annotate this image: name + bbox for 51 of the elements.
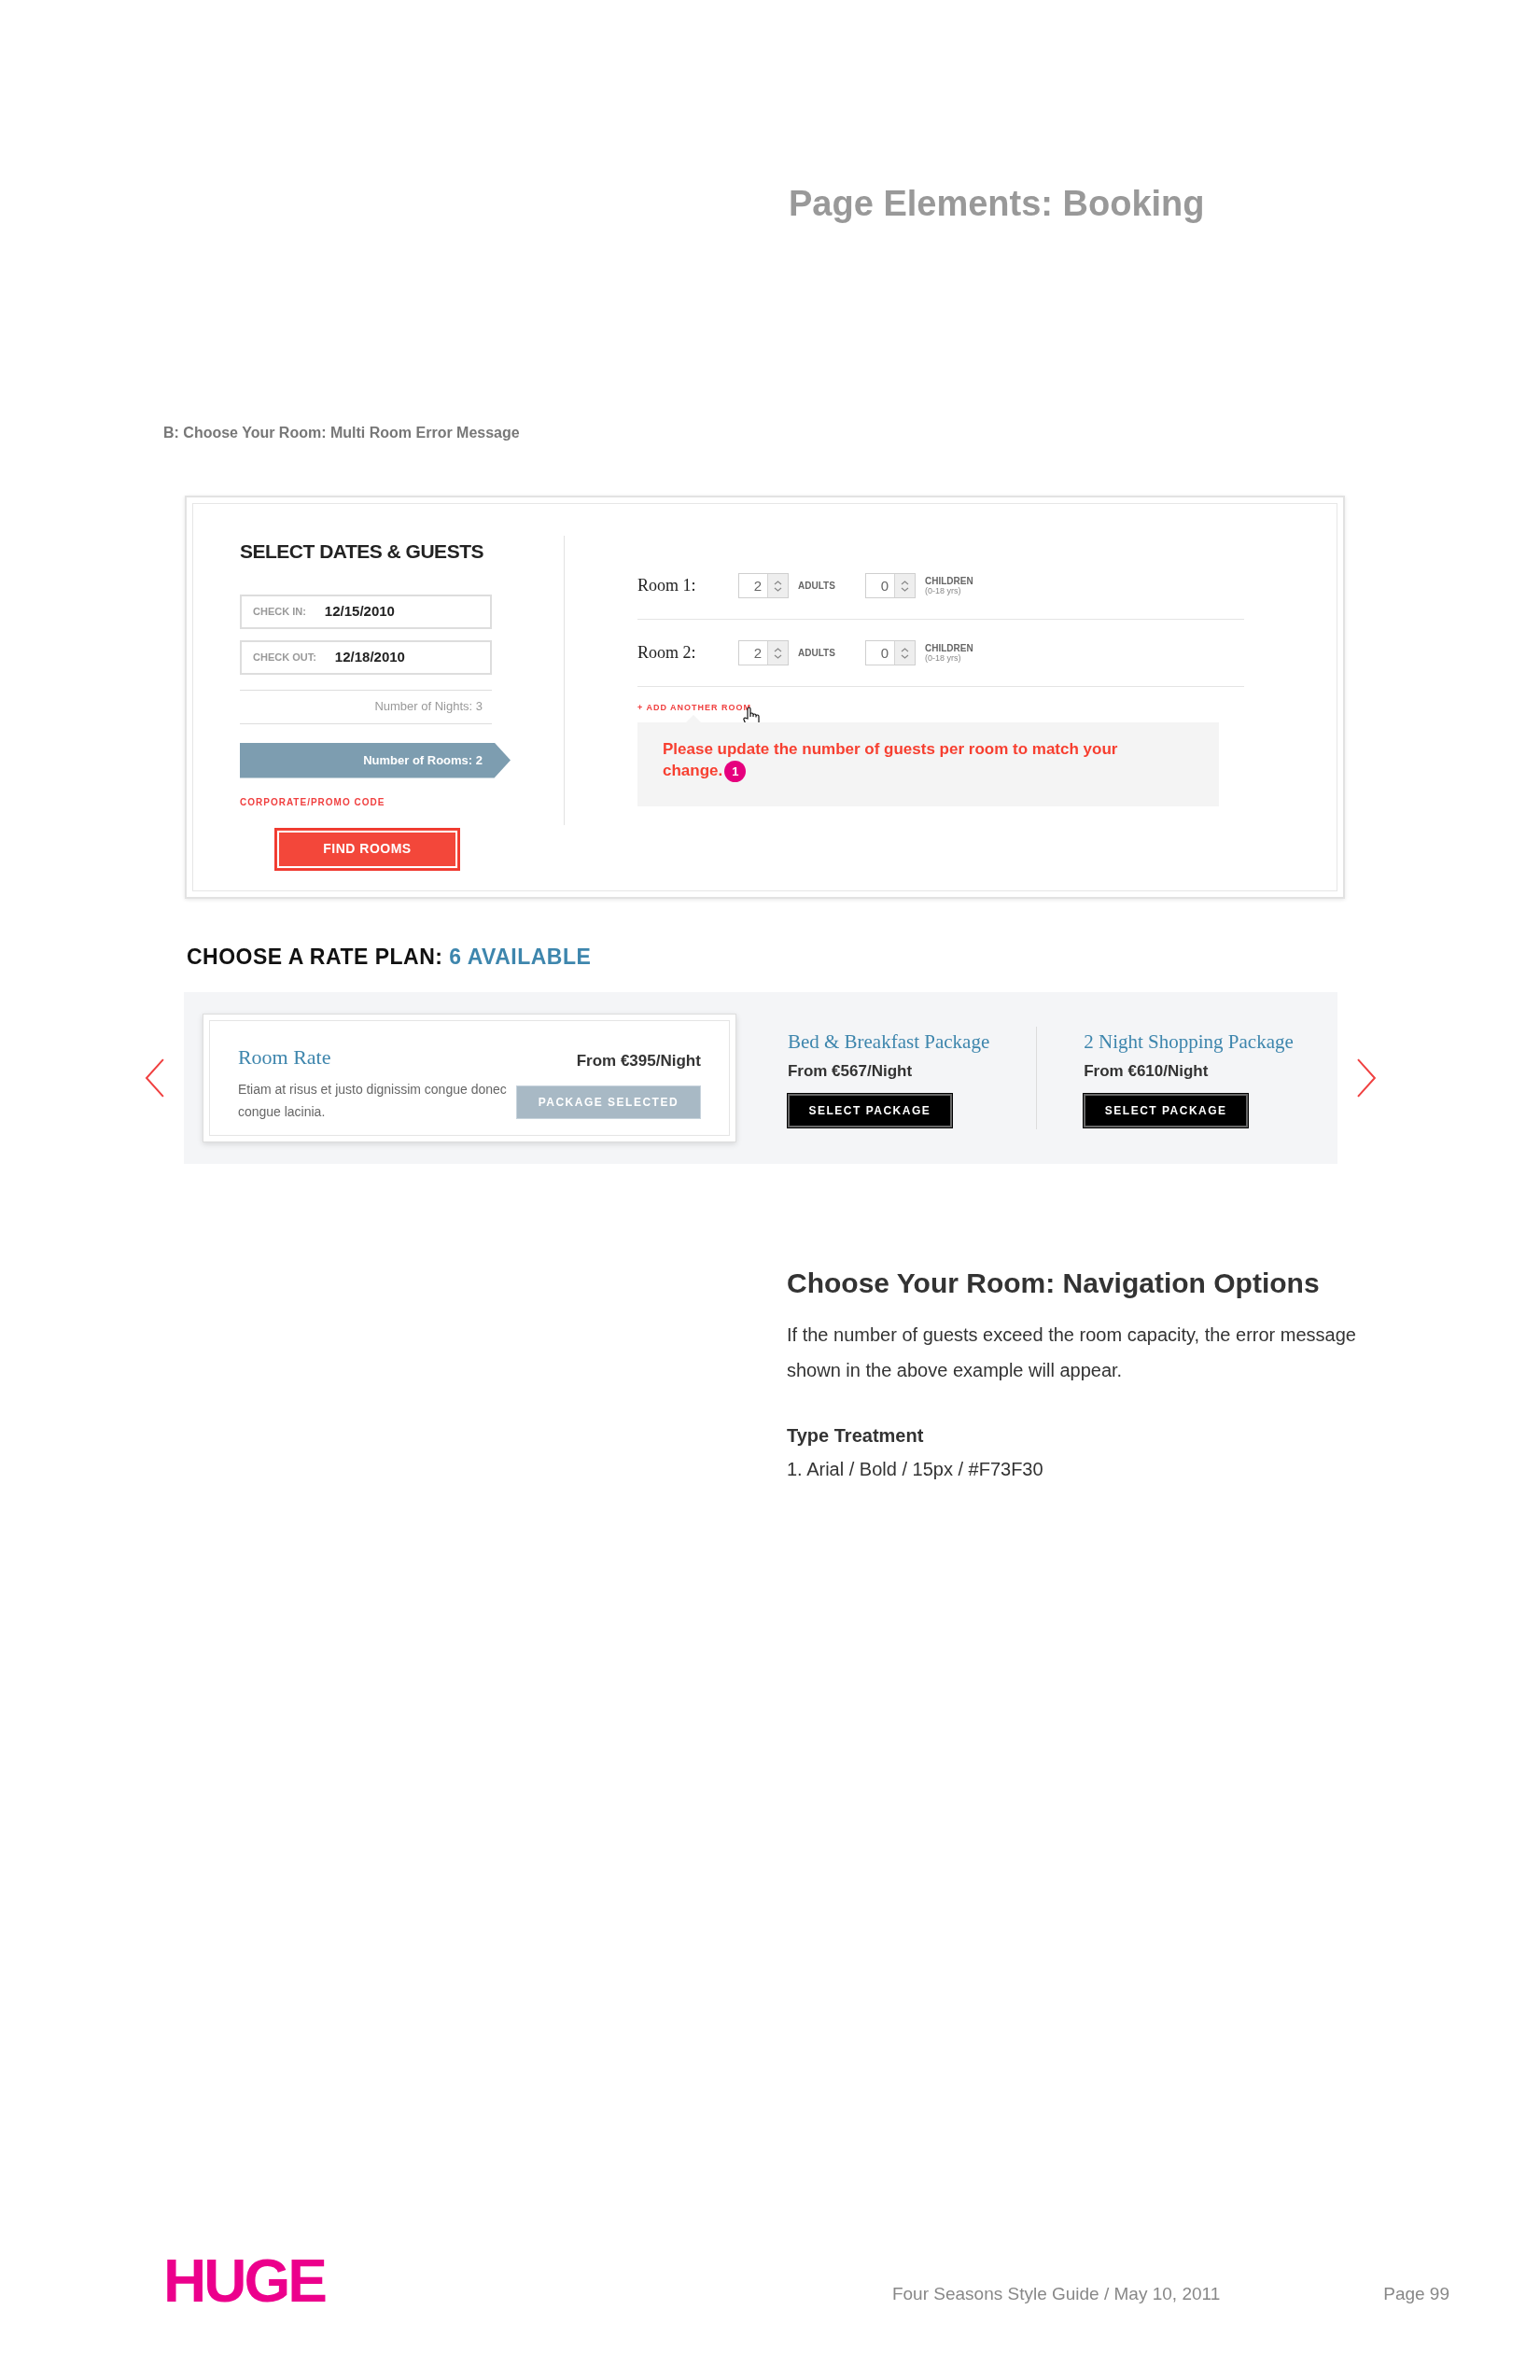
age-note: (0-18 yrs)	[925, 585, 962, 596]
select-package-button[interactable]: SELECT PACKAGE	[1084, 1094, 1249, 1127]
number-stepper[interactable]: 2	[738, 640, 789, 665]
type-treatment-heading: Type Treatment	[787, 1423, 925, 1448]
room-label: Room 2:	[637, 642, 697, 664]
section-caption: B: Choose Your Room: Multi Room Error Message	[163, 424, 520, 442]
plan-name: Bed & Breakfast Package	[787, 1029, 990, 1055]
page-title: Page Elements: Booking	[789, 183, 1205, 225]
logo: HUGE	[163, 2255, 325, 2307]
nights-count: Number of Nights: 3	[374, 698, 483, 716]
date-field[interactable]: CHECK IN: 12/15/2010	[240, 594, 492, 629]
notes-heading: Choose Your Room: Navigation Options	[787, 1266, 1321, 1300]
number-stepper[interactable]: 2	[738, 573, 789, 598]
children-label: CHILDREN	[925, 575, 973, 586]
plan-description: Etiam at risus et justo dignissim congue donec congue lacinia.	[237, 1080, 508, 1121]
footer-document: Four Seasons Style Guide / May 10, 2011	[891, 2282, 1221, 2305]
rate-option[interactable]: Bed & Breakfast Package From €567/Night SELECT PACKAGE	[787, 1015, 990, 1141]
up-down-arrows-icon	[774, 646, 782, 660]
number-stepper[interactable]: 0	[865, 640, 916, 665]
plan-price: From €610/Night	[1084, 1060, 1210, 1082]
plan-price: From €567/Night	[787, 1060, 914, 1082]
plan-name: Room Rate	[237, 1043, 332, 1071]
number-stepper[interactable]: 0	[865, 573, 916, 598]
age-note: (0-18 yrs)	[925, 652, 962, 664]
room-label: Room 1:	[637, 575, 697, 596]
field-value: 12/18/2010	[334, 647, 405, 666]
section-heading: SELECT DATES & GUESTS	[240, 539, 484, 564]
rate-plan-heading: CHOOSE A RATE PLAN:	[187, 945, 443, 969]
type-treatment-item: 1. Arial / Bold / 15px / #F73F30	[787, 1457, 1044, 1481]
date-field[interactable]: CHECK OUT: 12/18/2010	[240, 639, 492, 675]
up-down-arrows-icon	[901, 579, 909, 593]
error-message: Please update the number of guests per room to match your change. 1	[663, 738, 1129, 782]
plan-name: 2 Night Shopping Package	[1084, 1029, 1294, 1055]
find-rooms-button[interactable]: FIND ROOMS	[274, 827, 460, 871]
rate-card[interactable]: Room Rate Etiam at risus et justo dignissim congue donec congue lacinia. From €395/Night PACKAGE SELECTED	[202, 1013, 736, 1142]
up-down-arrows-icon	[774, 579, 782, 593]
adults-label: ADULTS	[798, 580, 836, 593]
available-count: 6 AVAILABLE	[449, 945, 592, 969]
plan-price: From €395/Night	[576, 1050, 701, 1071]
page-number: Page 99	[1383, 2282, 1449, 2305]
children-label: CHILDREN	[925, 642, 973, 653]
adults-label: ADULTS	[798, 647, 836, 660]
promo-code-link[interactable]: CORPORATE/PROMO CODE	[240, 794, 385, 809]
notes-body: If the number of guests exceed the room capacity, the error message shown in the above example will appear.	[787, 1323, 1357, 1382]
field-value: 12/15/2010	[324, 601, 395, 621]
select-package-button[interactable]: SELECT PACKAGE	[787, 1094, 952, 1127]
up-down-arrows-icon	[901, 646, 909, 660]
callout-marker: 1	[724, 761, 747, 782]
rate-option[interactable]: 2 Night Shopping Package From €610/Night SELECT PACKAGE	[1084, 1015, 1294, 1141]
field-label: CHECK OUT:	[253, 650, 316, 665]
field-label: CHECK IN:	[253, 604, 306, 619]
